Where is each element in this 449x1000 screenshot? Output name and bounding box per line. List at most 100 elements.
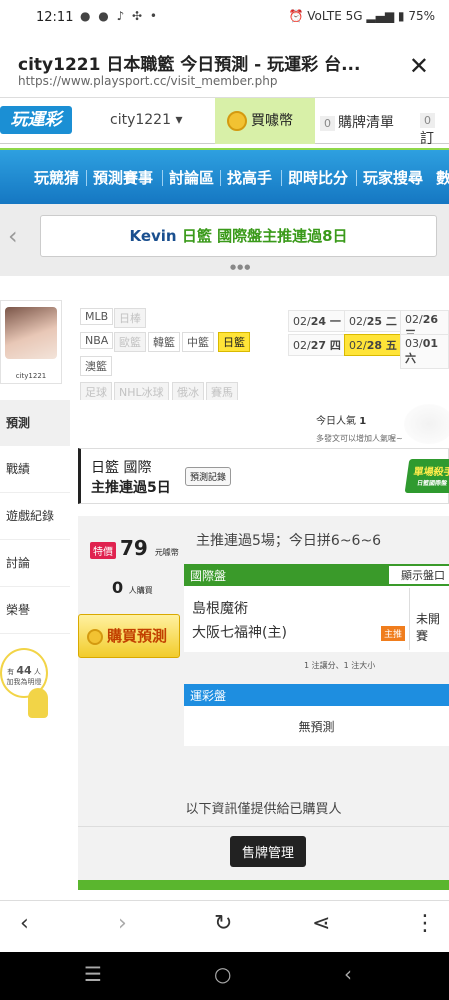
lottery-value: 無預測 xyxy=(298,720,335,734)
nav-live-score[interactable]: 即時比分 xyxy=(288,167,348,188)
banner-text: 國際盤主推連過8日 xyxy=(217,227,348,245)
game-status: 未開賽 xyxy=(416,612,441,643)
date-chip[interactable]: 02/27 四 xyxy=(288,334,346,356)
nav-player-search[interactable]: 玩家搜尋 xyxy=(363,167,423,188)
streak-text: 主推連過5場；今日拼6~6~6 xyxy=(196,533,382,549)
buy-list-link[interactable]: 0 購牌清單 xyxy=(320,112,394,132)
popularity-note: 多發文可以增加人氣喔~ xyxy=(316,434,403,443)
nav-find-experts[interactable]: 找高手 xyxy=(227,167,272,188)
intl-header-label: 國際盤 xyxy=(190,569,227,583)
date-day: 27 四 xyxy=(310,339,341,352)
date-prefix: 02/ xyxy=(293,339,311,352)
share-icon[interactable]: ⋖ xyxy=(312,911,330,936)
date-chip[interactable]: 02/28 五 xyxy=(344,334,402,356)
league-market: 日籃 國際 xyxy=(91,460,152,476)
buy-prediction-button[interactable]: 購買預測 xyxy=(78,614,180,658)
table-header-bar xyxy=(78,880,449,890)
sidebar-item-discuss[interactable]: 討論 xyxy=(0,540,70,587)
buyers-only-notice: 以下資訊僅提供給已購買人 xyxy=(185,802,342,817)
league-chip[interactable]: NHL冰球 xyxy=(114,382,169,402)
league-chip[interactable]: 日棒 xyxy=(114,308,146,328)
killer-label: 單場殺手 xyxy=(412,467,449,478)
prediction-record-button[interactable]: 預測記錄 xyxy=(185,467,232,486)
pick-count-note: 1 注讓分、1 注大小 xyxy=(304,661,376,670)
subscribe-link[interactable]: 0訂 xyxy=(420,112,449,148)
nav-forum[interactable]: 討論區 xyxy=(169,167,214,188)
more-icon[interactable]: ⋮ xyxy=(414,911,436,936)
buy-prediction-label: 購買預測 xyxy=(107,627,168,645)
banner-league: 日籃 xyxy=(181,227,212,245)
fans-count: 44 xyxy=(16,664,32,677)
prediction-detail: 特價 79 元噱幣 0 人購買 購買預測 主推連過5場；今日拼6~6~6 國際盤… xyxy=(78,516,449,890)
league-chip[interactable]: MLB xyxy=(80,308,114,325)
reload-icon[interactable]: ↻ xyxy=(214,911,232,936)
subscribe-count: 0 xyxy=(420,113,435,128)
sidebar-item-game-log[interactable]: 遊戲紀錄 xyxy=(0,493,70,540)
fans-prefix: 有 xyxy=(7,668,15,676)
league-selector: MLB 日棒 NBA 歐籃 韓籃 中籃 日籃澳籃足球 NHL冰球 俄冰 賽馬 xyxy=(72,300,284,410)
page-url[interactable]: https://www.playsport.cc/visit_member.ph… xyxy=(18,74,277,88)
browser-bottom-bar: ‹ › ↻ ⋖ ⋮ xyxy=(0,900,449,952)
site-header: 玩運彩 city1221 ▾ 買噱幣 0 購牌清單 0訂 xyxy=(0,98,449,147)
profile-card[interactable]: city1221 xyxy=(0,300,62,384)
system-nav-bar: ☰ ○ ‹ xyxy=(0,952,449,1000)
divider xyxy=(78,826,449,827)
prediction-title-card: 日籃 國際 主推連過5日 預測記錄 單場殺手 日籃國際盤 xyxy=(78,448,449,504)
banner-card[interactable]: Kevin 日籃 國際盤主推連過8日 xyxy=(40,215,437,257)
price: 79 元噱幣 xyxy=(120,536,179,560)
main-nav: 玩競猜 預測賽事 討論區 找高手 即時比分 玩家搜尋 數 xyxy=(0,148,449,204)
home-pick-tag: 主推 xyxy=(381,626,406,641)
sidebar-item-predict[interactable]: 預測 xyxy=(0,400,70,447)
league-chip[interactable]: 足球 xyxy=(80,382,112,402)
special-badge: 特價 xyxy=(90,542,116,559)
league-chip[interactable]: 賽馬 xyxy=(206,382,238,402)
intl-header: 國際盤 顯示盤口 xyxy=(184,564,449,586)
system-back-icon[interactable]: ‹ xyxy=(344,962,352,986)
system-icons: ⏰ VoLTE 5G ▂▄▆ ▮ 75% xyxy=(288,9,435,23)
carousel-dots: ●●● xyxy=(230,263,252,271)
date-chip[interactable]: 02/24 一 xyxy=(288,310,346,332)
streak-title: 主推連過5日 xyxy=(91,480,171,496)
fans-suffix: 人 xyxy=(33,668,41,676)
league-chip[interactable]: 俄冰 xyxy=(172,382,204,402)
sidebar-item-record[interactable]: 戰績 xyxy=(0,446,70,493)
buy-coins-button[interactable]: 買噱幣 xyxy=(215,98,315,144)
lightbulb-icon xyxy=(28,688,48,718)
date-day: 24 一 xyxy=(310,315,341,328)
league-chip[interactable]: 歐籃 xyxy=(114,332,146,352)
league-chip[interactable]: 中籃 xyxy=(182,332,214,352)
notification-icons: ● ● ♪ ✣ • xyxy=(80,9,159,23)
subscribe-label: 訂 xyxy=(420,131,434,147)
clock: 12:11 xyxy=(36,10,74,25)
date-prefix: 02/ xyxy=(349,315,367,328)
price-unit: 元噱幣 xyxy=(154,548,179,557)
back-icon[interactable]: ‹ xyxy=(20,911,29,936)
sell-management-button[interactable]: 售牌管理 xyxy=(230,836,307,867)
nav-more[interactable]: 數 xyxy=(436,167,449,188)
user-dropdown[interactable]: city1221 ▾ xyxy=(110,112,182,128)
site-logo[interactable]: 玩運彩 xyxy=(0,106,72,134)
league-chip[interactable]: 日籃 xyxy=(218,332,250,352)
buy-list-count: 0 xyxy=(320,116,335,131)
league-chip[interactable]: 韓籃 xyxy=(148,332,180,352)
league-chip[interactable]: NBA xyxy=(80,332,114,349)
team-home: 大阪七福神(主) xyxy=(192,625,287,641)
custom-tab-toolbar: city1221 日本職籃 今日預測 - 玩運彩 台... https://ww… xyxy=(0,36,449,98)
date-prefix: 02/ xyxy=(405,313,423,326)
date-chip[interactable]: 02/25 二 xyxy=(344,310,402,332)
chevron-left-icon[interactable]: ‹ xyxy=(8,222,18,250)
buyers-unit: 人購買 xyxy=(128,586,153,595)
page-title: city1221 日本職籃 今日預測 - 玩運彩 台... xyxy=(18,55,361,75)
sidebar-item-honor[interactable]: 榮譽 xyxy=(0,587,70,634)
nav-predict[interactable]: 預測賽事 xyxy=(93,167,153,188)
nav-play-guess[interactable]: 玩競猜 xyxy=(34,167,79,188)
promo-banner: ‹ Kevin 日籃 國際盤主推連過8日 ●●● xyxy=(0,204,449,276)
close-icon[interactable]: ✕ xyxy=(409,52,429,80)
date-chip[interactable]: 03/01 六 xyxy=(400,334,449,369)
forward-icon[interactable]: › xyxy=(118,911,127,936)
home-icon[interactable]: ○ xyxy=(214,962,231,986)
recent-apps-icon[interactable]: ☰ xyxy=(84,962,102,986)
avatar[interactable] xyxy=(5,307,57,359)
show-odds-button[interactable]: 顯示盤口 xyxy=(389,566,449,584)
league-chip[interactable]: 澳籃 xyxy=(80,356,112,376)
